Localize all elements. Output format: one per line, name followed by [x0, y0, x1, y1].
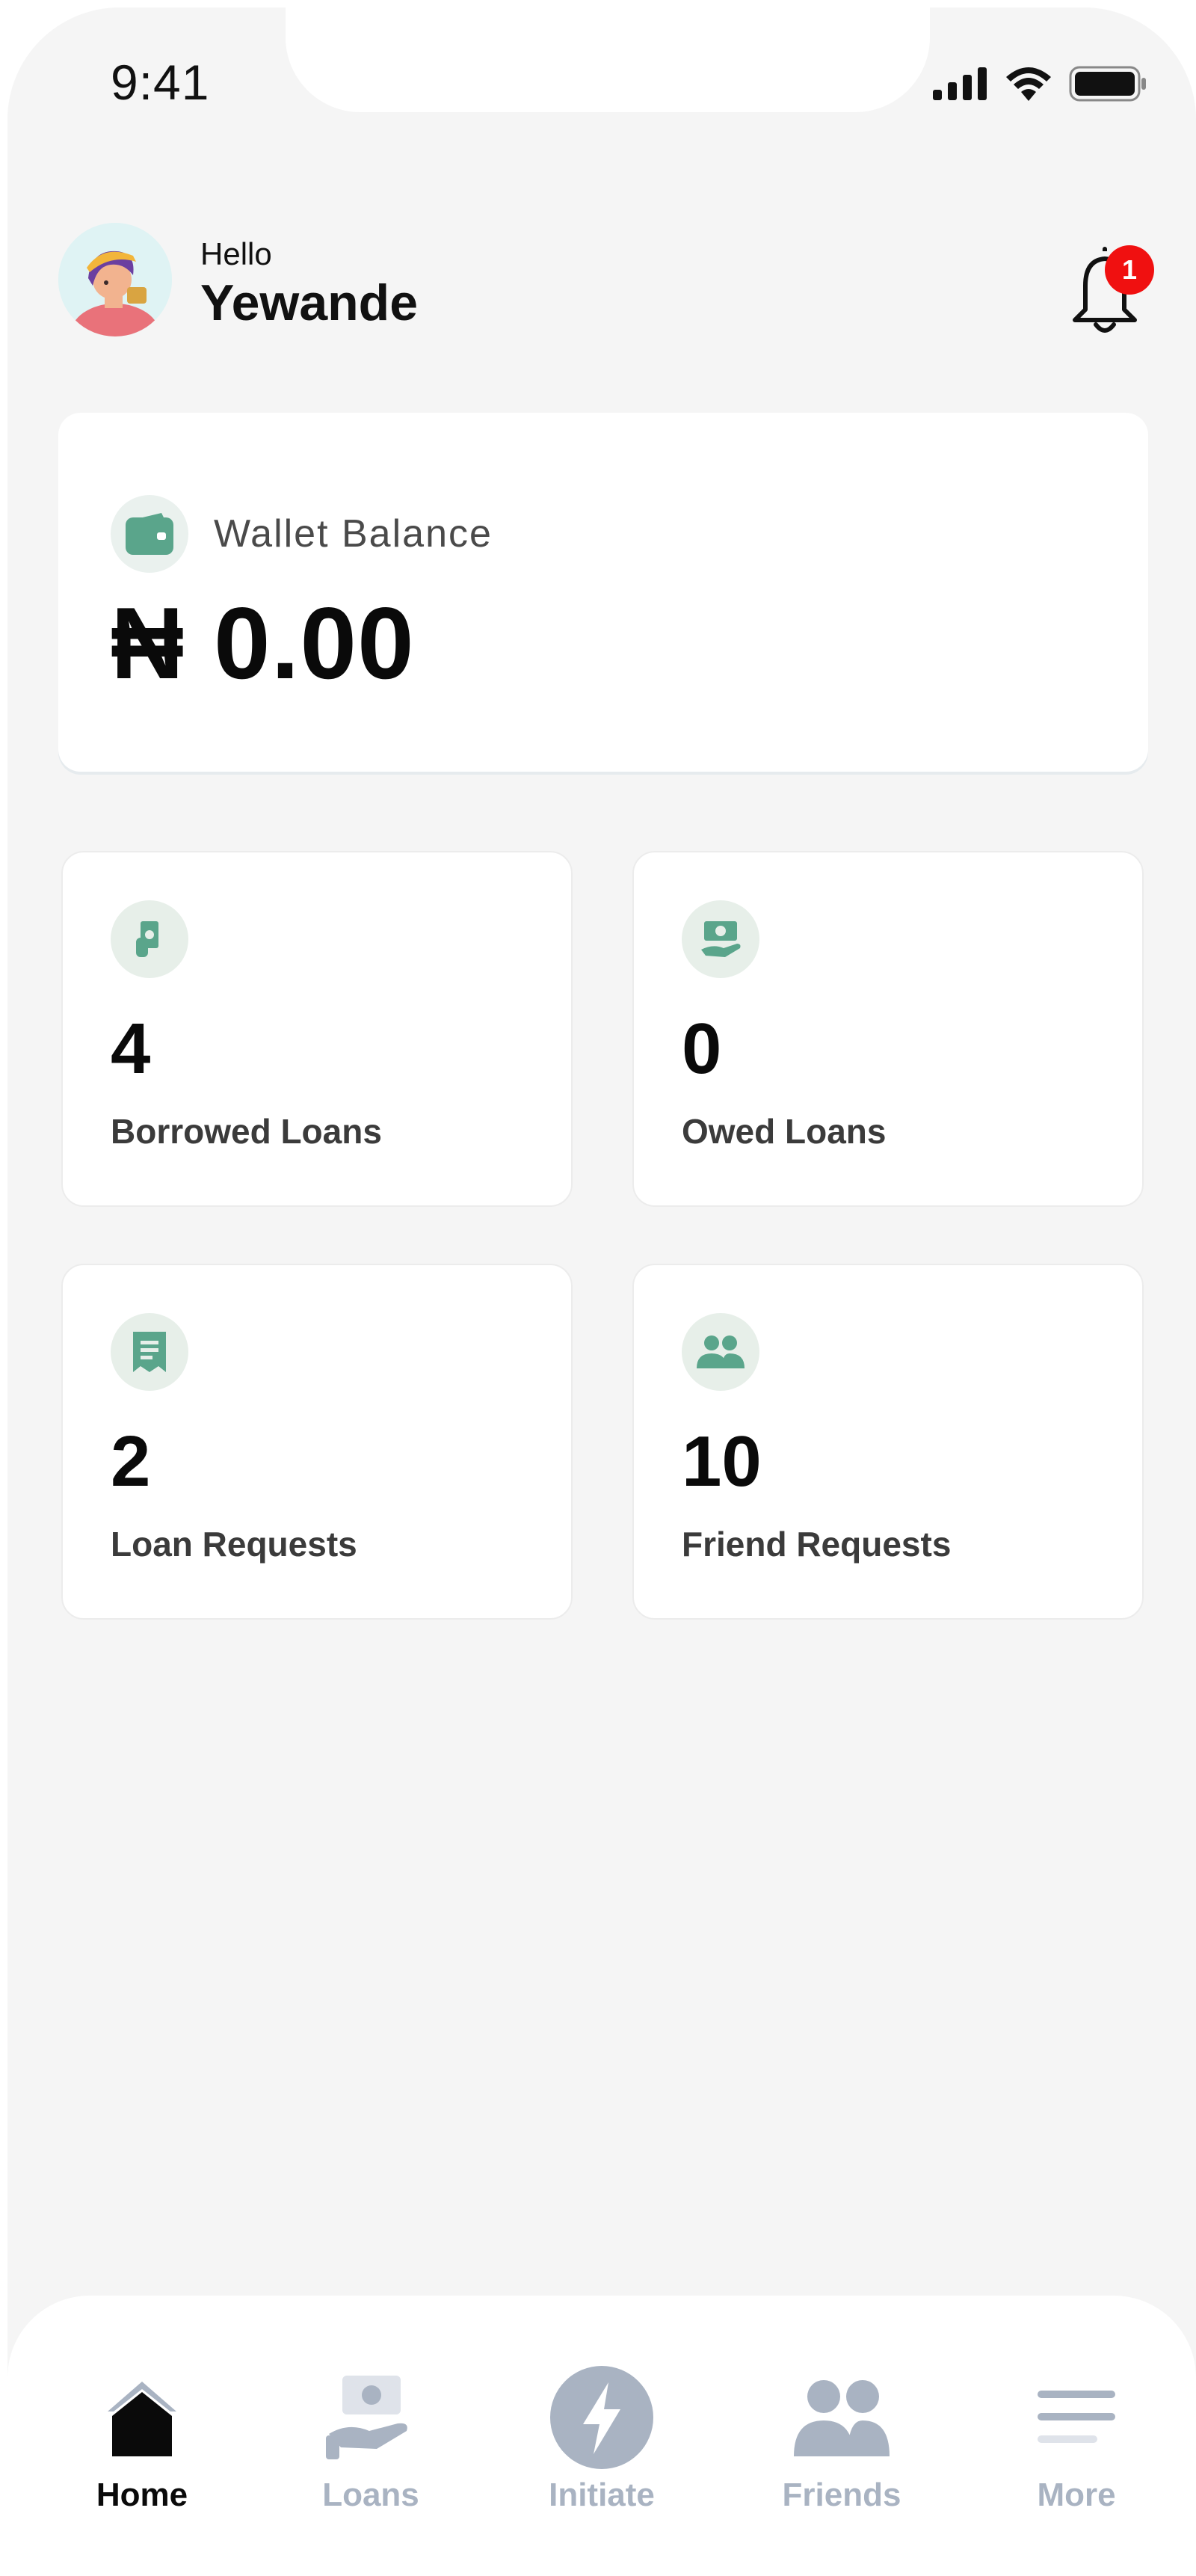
owed-loans-label: Owed Loans [682, 1112, 887, 1151]
user-name: Yewande [200, 274, 419, 331]
app-screen: 9:41 Hello Yewande 1 Wallet Balance ₦ 0.… [7, 7, 1196, 2576]
receipt-icon [111, 1313, 188, 1391]
cellular-signal-icon [933, 67, 987, 100]
tab-home[interactable]: Home [60, 2361, 224, 2514]
money-hand-icon [682, 900, 759, 978]
wallet-balance-label: Wallet Balance [214, 512, 493, 556]
avatar[interactable] [58, 223, 172, 336]
avatar-illustration [58, 223, 172, 336]
device-notch [286, 7, 930, 112]
tab-friends[interactable]: Friends [759, 2361, 924, 2514]
friends-icon [794, 2380, 890, 2456]
friend-requests-card[interactable]: 10 Friend Requests [632, 1264, 1144, 1620]
lightning-icon [550, 2366, 653, 2469]
loan-requests-label: Loan Requests [111, 1525, 357, 1564]
owed-loans-count: 0 [682, 1009, 722, 1089]
people-icon [682, 1313, 759, 1391]
cash-hand-icon [111, 900, 188, 978]
tab-more[interactable]: More [994, 2361, 1159, 2514]
borrowed-loans-label: Borrowed Loans [111, 1112, 382, 1151]
notification-badge: 1 [1105, 245, 1154, 295]
wallet-balance-amount: ₦ 0.00 [111, 586, 415, 700]
friend-requests-label: Friend Requests [682, 1525, 952, 1564]
home-icon [108, 2382, 176, 2456]
people-icon-svg [697, 1335, 745, 1368]
status-time: 9:41 [111, 55, 210, 110]
greeting-text: Hello [200, 236, 272, 271]
menu-icon [1038, 2391, 1115, 2443]
wallet-icon-container [111, 495, 188, 573]
tab-friends-label: Friends [782, 2477, 901, 2513]
borrowed-loans-count: 4 [111, 1009, 151, 1089]
friend-requests-count: 10 [682, 1421, 762, 1501]
tab-initiate-label: Initiate [549, 2477, 655, 2513]
battery-icon [1069, 66, 1146, 102]
tab-home-label: Home [96, 2477, 188, 2513]
money-hand-icon-svg [701, 921, 741, 957]
cash-hand-icon-svg [136, 921, 158, 957]
loans-icon [326, 2376, 407, 2459]
loan-requests-card[interactable]: 2 Loan Requests [61, 1264, 573, 1620]
wifi-icon [1006, 67, 1051, 101]
tab-more-label: More [1037, 2477, 1116, 2513]
receipt-icon-svg [133, 1332, 166, 1372]
borrowed-loans-card[interactable]: 4 Borrowed Loans [61, 851, 573, 1207]
tab-loans-label: Loans [322, 2477, 419, 2513]
status-icons [933, 66, 1147, 102]
loan-requests-count: 2 [111, 1421, 151, 1501]
bottom-tab-bar: Home Loans Initiate Friends More [7, 2296, 1196, 2576]
tab-loans[interactable]: Loans [289, 2361, 453, 2514]
owed-loans-card[interactable]: 0 Owed Loans [632, 851, 1144, 1207]
wallet-icon [126, 513, 173, 555]
wallet-balance-card[interactable]: Wallet Balance ₦ 0.00 [58, 413, 1148, 772]
tab-initiate[interactable]: Initiate [520, 2361, 684, 2514]
